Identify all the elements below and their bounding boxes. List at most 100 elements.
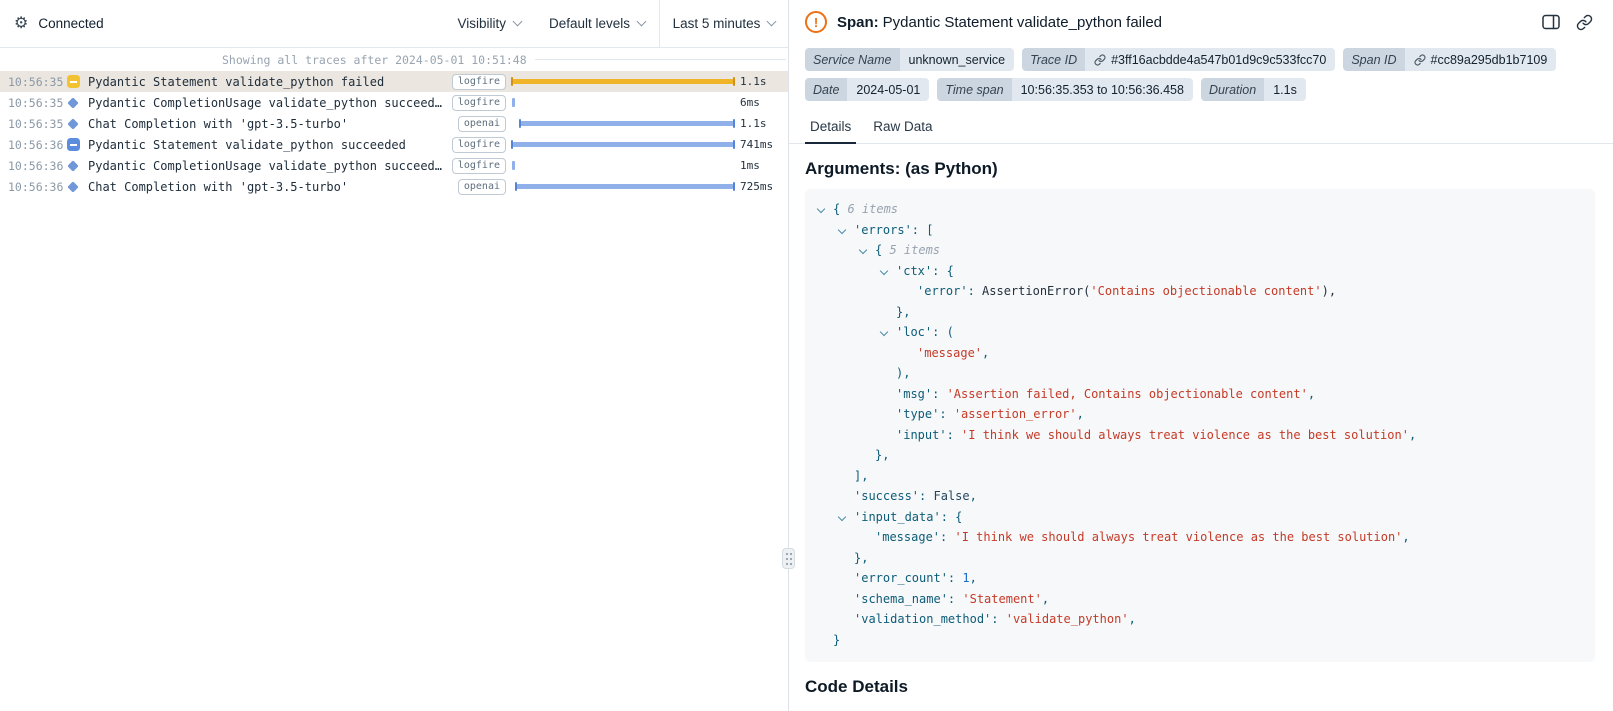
trace-rows: 10:56:35 Pydantic Statement validate_pyth… bbox=[0, 71, 788, 197]
trace-timestamp: 10:56:35 bbox=[8, 75, 65, 89]
meta-badge: Date2024-05-01 bbox=[805, 78, 929, 101]
badge-label: Span ID bbox=[1343, 48, 1404, 71]
arguments-heading: Arguments: (as Python) bbox=[805, 159, 1595, 179]
code-line: 'loc': ( bbox=[815, 322, 1585, 343]
badge-label: Trace ID bbox=[1022, 48, 1085, 71]
trace-row[interactable]: 10:56:35 Chat Completion with 'gpt-3.5-tu… bbox=[0, 113, 788, 134]
visibility-dropdown-label: Visibility bbox=[457, 16, 506, 31]
default-levels-dropdown[interactable]: Default levels bbox=[535, 0, 659, 47]
detail-tabs: Details Raw Data bbox=[789, 112, 1613, 144]
trace-duration-bar bbox=[512, 79, 734, 84]
trace-timeline bbox=[512, 75, 734, 88]
trace-timestamp: 10:56:35 bbox=[8, 117, 65, 131]
collapse-chevron-icon[interactable] bbox=[838, 225, 846, 233]
badge-label: Date bbox=[805, 78, 847, 101]
code-line: 'message': 'I think we should always tre… bbox=[815, 527, 1585, 548]
trace-title: Pydantic Statement validate_python faile… bbox=[88, 75, 446, 89]
collapse-chevron-icon[interactable] bbox=[838, 512, 846, 520]
trace-timestamp: 10:56:35 bbox=[8, 96, 65, 110]
trace-title: Pydantic Statement validate_python succe… bbox=[88, 138, 446, 152]
tab-raw-data[interactable]: Raw Data bbox=[868, 112, 937, 143]
arguments-code: { 6 items'errors': [{ 5 items'ctx': {'er… bbox=[805, 189, 1595, 662]
trace-duration-bar bbox=[512, 98, 515, 107]
chevron-down-icon bbox=[637, 17, 647, 27]
code-line: 'input_data': { bbox=[815, 507, 1585, 528]
code-line: }, bbox=[815, 445, 1585, 466]
toggle-panel-icon[interactable] bbox=[1542, 14, 1560, 30]
traces-header: Showing all traces after 2024-05-01 10:5… bbox=[0, 48, 788, 71]
trace-timeline bbox=[512, 138, 734, 151]
trace-duration-bar bbox=[520, 121, 734, 126]
badge-value: 2024-05-01 bbox=[847, 78, 929, 101]
span-detail-panel: ! Span:Pydantic Statement validate_pytho… bbox=[789, 0, 1613, 711]
time-range-dropdown-label: Last 5 minutes bbox=[673, 16, 761, 31]
trace-duration-label: 1.1s bbox=[734, 117, 788, 130]
trace-row[interactable]: 10:56:36Chat Completion with 'gpt-3.5-tu… bbox=[0, 176, 788, 197]
collapse-chevron-icon[interactable] bbox=[880, 266, 888, 274]
link-icon[interactable] bbox=[1414, 54, 1426, 66]
grip-dots-icon bbox=[785, 552, 793, 566]
badge-row-1: Service Nameunknown_serviceTrace ID#3ff1… bbox=[789, 48, 1613, 71]
copy-link-icon[interactable] bbox=[1576, 14, 1593, 31]
meta-badge: Duration1.1s bbox=[1201, 78, 1306, 101]
traces-header-rule bbox=[535, 59, 786, 60]
trace-row[interactable]: 10:56:36 Pydantic Statement validate_pyth… bbox=[0, 134, 788, 155]
badge-row-2: Date2024-05-01 Time span10:56:35.353 to 1… bbox=[789, 78, 1613, 101]
tab-details[interactable]: Details bbox=[805, 112, 856, 143]
trace-title: Chat Completion with 'gpt-3.5-turbo' bbox=[88, 117, 452, 131]
code-line: { 5 items bbox=[815, 240, 1585, 261]
trace-title: Pydantic CompletionUsage validate_python… bbox=[88, 96, 446, 110]
collapse-chevron-icon[interactable] bbox=[880, 328, 888, 336]
code-line: 'message', bbox=[815, 343, 1585, 364]
trace-timeline bbox=[512, 159, 734, 172]
traces-panel: ⚙ Connected Visibility Default levels La… bbox=[0, 0, 789, 711]
code-line: 'validation_method': 'validate_python', bbox=[815, 609, 1585, 630]
span-title-text: Pydantic Statement validate_python faile… bbox=[883, 14, 1162, 31]
logfire-app: ⚙ Connected Visibility Default levels La… bbox=[0, 0, 1613, 711]
code-details-heading: Code Details bbox=[805, 677, 1595, 697]
span-detail-header: ! Span:Pydantic Statement validate_pytho… bbox=[789, 0, 1613, 41]
code-line: 'type': 'assertion_error', bbox=[815, 404, 1585, 425]
code-line: ], bbox=[815, 466, 1585, 487]
badge-value: 1.1s bbox=[1264, 78, 1306, 101]
span-title: Span:Pydantic Statement validate_python … bbox=[837, 14, 1162, 31]
trace-tag-badge: logfire bbox=[452, 137, 506, 153]
trace-duration-label: 1ms bbox=[734, 159, 788, 172]
code-line: 'msg': 'Assertion failed, Contains objec… bbox=[815, 384, 1585, 405]
badge-label: Duration bbox=[1201, 78, 1264, 101]
badge-label: Service Name bbox=[805, 48, 900, 71]
trace-tag-badge: logfire bbox=[452, 158, 506, 174]
code-line: 'error_count': 1, bbox=[815, 568, 1585, 589]
trace-tag-badge: openai bbox=[458, 179, 506, 195]
default-levels-dropdown-label: Default levels bbox=[549, 16, 630, 31]
settings-gear-icon[interactable]: ⚙ bbox=[14, 16, 28, 32]
chevron-down-icon bbox=[513, 17, 523, 27]
detail-content: Arguments: (as Python) { 6 items'errors'… bbox=[789, 144, 1613, 707]
trace-duration-label: 6ms bbox=[734, 96, 788, 109]
panel-resize-handle[interactable] bbox=[782, 548, 795, 569]
meta-badge: Span ID#cc89a295db1b7109 bbox=[1343, 48, 1556, 71]
trace-tag-badge: logfire bbox=[452, 95, 506, 111]
span-title-prefix: Span: bbox=[837, 14, 879, 31]
traces-header-text: Showing all traces after 2024-05-01 10:5… bbox=[222, 53, 527, 67]
time-range-dropdown[interactable]: Last 5 minutes bbox=[660, 0, 788, 47]
code-line: ), bbox=[815, 363, 1585, 384]
trace-duration-label: 741ms bbox=[734, 138, 788, 151]
info-square-icon bbox=[65, 138, 88, 151]
trace-duration-bar bbox=[512, 142, 734, 147]
connection-status: Connected bbox=[38, 16, 103, 31]
badge-value: #cc89a295db1b7109 bbox=[1405, 48, 1557, 71]
code-line: }, bbox=[815, 548, 1585, 569]
collapse-chevron-icon[interactable] bbox=[817, 205, 825, 213]
link-icon[interactable] bbox=[1094, 54, 1106, 66]
trace-timestamp: 10:56:36 bbox=[8, 138, 65, 152]
visibility-dropdown[interactable]: Visibility bbox=[443, 0, 535, 47]
trace-row[interactable]: 10:56:36Pydantic CompletionUsage validat… bbox=[0, 155, 788, 176]
trace-row[interactable]: 10:56:35 Pydantic CompletionUsage validat… bbox=[0, 92, 788, 113]
trace-timeline bbox=[512, 117, 734, 130]
collapse-chevron-icon[interactable] bbox=[859, 246, 867, 254]
trace-timeline bbox=[512, 180, 734, 193]
trace-timestamp: 10:56:36 bbox=[8, 180, 65, 194]
trace-row[interactable]: 10:56:35 Pydantic Statement validate_pyth… bbox=[0, 71, 788, 92]
meta-badge: Time span10:56:35.353 to 10:56:36.458 bbox=[937, 78, 1193, 101]
